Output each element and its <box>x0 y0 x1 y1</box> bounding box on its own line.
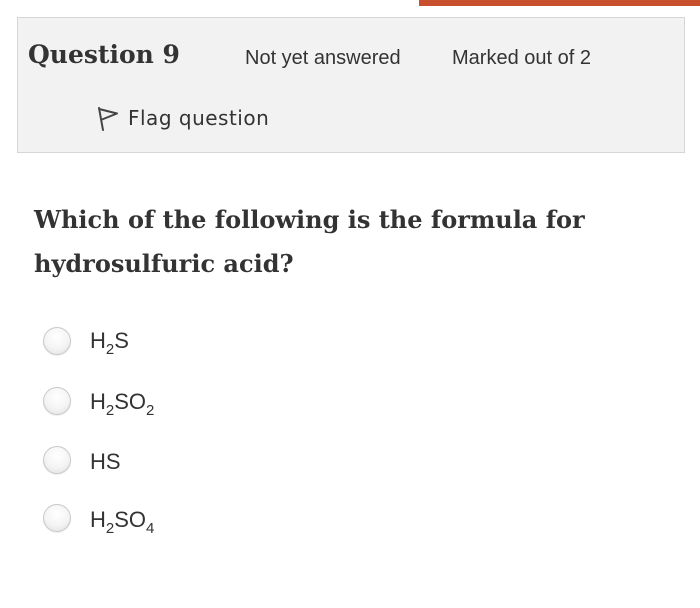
radio-button[interactable] <box>43 327 71 355</box>
answer-label-1: H2S <box>90 328 129 357</box>
question-info-box: Question 9 Not yet answered Marked out o… <box>17 17 685 153</box>
formula-subscript: 2 <box>105 341 115 358</box>
formula-part: H <box>90 389 106 414</box>
formula-part: H <box>90 328 106 353</box>
radio-button[interactable] <box>43 387 71 415</box>
formula-subscript: 2 <box>146 402 155 419</box>
answer-label-2: H2SO2 <box>90 389 154 418</box>
question-state: Not yet answered <box>245 47 401 69</box>
top-accent-bar <box>419 0 700 6</box>
radio-button[interactable] <box>43 504 71 532</box>
answer-label-3: HS <box>90 449 121 475</box>
radio-button[interactable] <box>43 446 71 474</box>
flag-question-link[interactable]: Flag question <box>96 104 269 132</box>
formula-subscript: 4 <box>146 520 155 537</box>
answer-option-2[interactable] <box>43 385 71 417</box>
answer-option-1[interactable] <box>43 325 71 357</box>
formula-part: SO <box>114 507 147 532</box>
formula-part: H <box>90 507 106 532</box>
question-text: Which of the following is the formula fo… <box>34 205 585 278</box>
formula-subscript: 2 <box>105 520 115 537</box>
flag-question-label: Flag question <box>128 106 270 130</box>
formula-subscript: 2 <box>105 402 115 419</box>
question-number: Question 9 <box>28 40 180 69</box>
answer-label-4: H2SO4 <box>90 507 154 536</box>
question-grade: Marked out of 2 <box>452 47 591 69</box>
answer-option-4[interactable] <box>43 502 71 534</box>
formula-part: HS <box>90 449 121 474</box>
answer-option-3[interactable] <box>43 444 71 476</box>
flag-icon <box>96 104 120 132</box>
formula-part: SO <box>114 389 147 414</box>
formula-part: S <box>114 328 129 353</box>
